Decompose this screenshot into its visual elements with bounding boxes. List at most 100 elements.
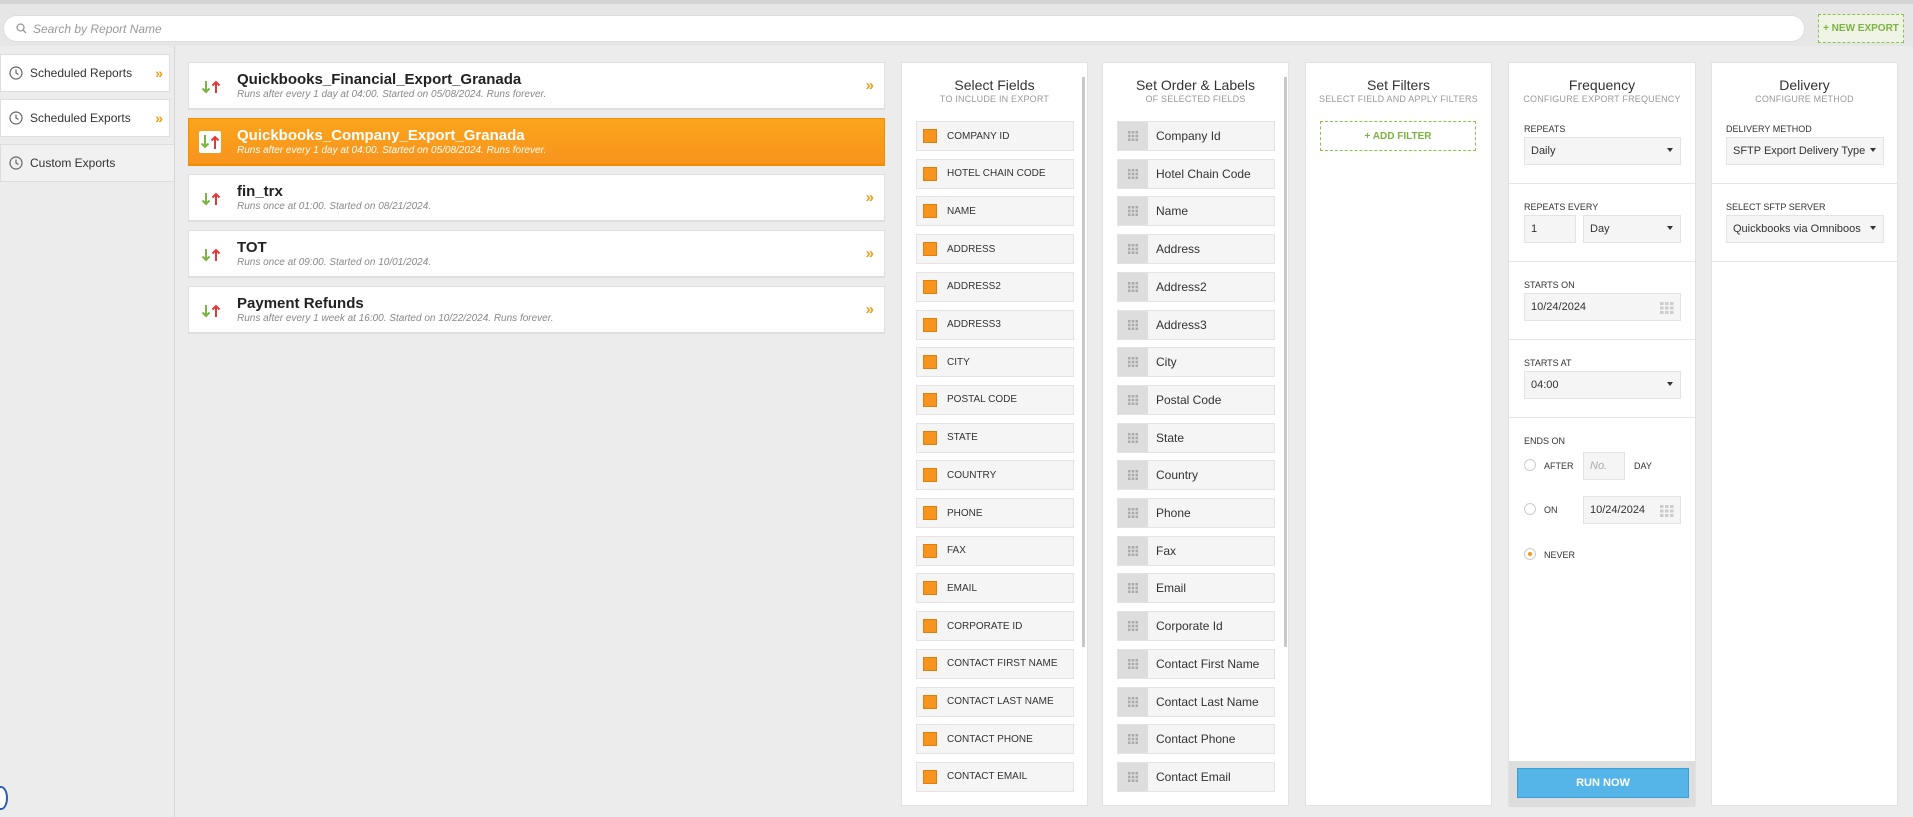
report-row[interactable]: Payment Refunds Runs after every 1 week …: [188, 286, 885, 334]
run-now-button[interactable]: RUN NOW: [1517, 768, 1689, 798]
drag-handle-icon[interactable]: [1118, 499, 1148, 527]
order-label-text[interactable]: Country: [1156, 468, 1198, 482]
field-option[interactable]: HOTEL CHAIN CODE: [916, 158, 1074, 189]
drag-handle-icon[interactable]: [1118, 762, 1148, 791]
order-label-row[interactable]: State: [1117, 422, 1275, 453]
order-label-row[interactable]: Name: [1117, 196, 1275, 227]
ends-on-radio[interactable]: [1524, 503, 1536, 515]
drag-handle-icon[interactable]: [1118, 385, 1148, 414]
chevron-right-icon[interactable]: »: [866, 189, 874, 206]
field-option[interactable]: CORPORATE ID: [916, 611, 1074, 642]
field-checkbox[interactable]: [923, 317, 937, 332]
order-label-row[interactable]: Email: [1117, 573, 1275, 604]
field-option[interactable]: COUNTRY: [916, 460, 1074, 491]
add-filter-button[interactable]: + ADD FILTER: [1320, 121, 1476, 151]
order-label-text[interactable]: Corporate Id: [1156, 619, 1223, 633]
order-label-text[interactable]: Company Id: [1156, 129, 1221, 143]
field-option[interactable]: CONTACT FIRST NAME: [916, 648, 1074, 679]
order-label-text[interactable]: Postal Code: [1156, 393, 1221, 407]
drag-handle-icon[interactable]: [1118, 612, 1148, 641]
field-option[interactable]: CONTACT LAST NAME: [916, 686, 1074, 717]
order-label-text[interactable]: State: [1156, 431, 1184, 445]
sidebar-item-scheduled-exports[interactable]: Scheduled Exports »: [0, 99, 170, 137]
drag-handle-icon[interactable]: [1118, 159, 1148, 188]
repeats-select[interactable]: Daily: [1524, 137, 1681, 165]
drag-handle-icon[interactable]: [1118, 461, 1148, 490]
order-label-row[interactable]: Address3: [1117, 309, 1275, 340]
drag-handle-icon[interactable]: [1118, 536, 1148, 565]
field-option[interactable]: PHONE: [916, 498, 1074, 528]
order-label-row[interactable]: Fax: [1117, 535, 1275, 566]
field-checkbox[interactable]: [923, 129, 937, 143]
drag-handle-icon[interactable]: [1118, 687, 1148, 716]
field-checkbox[interactable]: [923, 619, 937, 634]
field-checkbox[interactable]: [923, 732, 937, 747]
search-box[interactable]: [3, 15, 1805, 42]
field-option[interactable]: CONTACT PHONE: [916, 724, 1074, 755]
order-label-row[interactable]: Address2: [1117, 271, 1275, 302]
chevron-right-icon[interactable]: »: [866, 301, 874, 318]
order-label-text[interactable]: Contact Phone: [1156, 732, 1235, 746]
sidebar-item-scheduled-reports[interactable]: Scheduled Reports »: [0, 54, 170, 92]
field-checkbox[interactable]: [923, 204, 937, 219]
order-label-row[interactable]: Corporate Id: [1117, 611, 1275, 642]
chevron-right-icon[interactable]: »: [866, 245, 874, 262]
report-row[interactable]: TOT Runs once at 09:00. Started on 10/01…: [188, 230, 885, 278]
order-label-text[interactable]: Hotel Chain Code: [1156, 167, 1251, 181]
field-option[interactable]: ADDRESS2: [916, 271, 1074, 302]
field-option[interactable]: CITY: [916, 347, 1074, 378]
field-checkbox[interactable]: [923, 581, 937, 596]
report-row[interactable]: Quickbooks_Financial_Export_Granada Runs…: [188, 62, 885, 110]
scrollbar[interactable]: [1082, 77, 1085, 647]
order-label-text[interactable]: Contact Last Name: [1156, 695, 1259, 709]
drag-handle-icon[interactable]: [1118, 310, 1148, 339]
ends-on-date-input[interactable]: 10/24/2024: [1583, 496, 1681, 524]
field-checkbox[interactable]: [923, 468, 937, 483]
new-export-button[interactable]: + NEW EXPORT: [1818, 14, 1904, 43]
drag-handle-icon[interactable]: [1118, 574, 1148, 603]
field-checkbox[interactable]: [923, 355, 937, 370]
order-label-row[interactable]: Postal Code: [1117, 384, 1275, 415]
report-row[interactable]: fin_trx Runs once at 01:00. Started on 0…: [188, 174, 885, 222]
field-checkbox[interactable]: [923, 392, 937, 407]
field-checkbox[interactable]: [923, 543, 937, 558]
order-label-text[interactable]: Contact Email: [1156, 770, 1231, 784]
order-label-text[interactable]: Fax: [1156, 544, 1176, 558]
ends-after-radio[interactable]: [1524, 459, 1536, 471]
field-option[interactable]: NAME: [916, 196, 1074, 227]
field-option[interactable]: CONTACT EMAIL: [916, 761, 1074, 792]
field-option[interactable]: FAX: [916, 535, 1074, 566]
repeats-unit-select[interactable]: Day: [1583, 215, 1681, 243]
field-checkbox[interactable]: [923, 242, 937, 257]
calendar-icon[interactable]: [1660, 302, 1674, 314]
order-label-text[interactable]: Email: [1156, 581, 1186, 595]
drag-handle-icon[interactable]: [1118, 122, 1148, 150]
repeats-every-input[interactable]: 1: [1524, 215, 1576, 243]
field-option[interactable]: COMPANY ID: [916, 121, 1074, 151]
field-checkbox[interactable]: [923, 279, 937, 294]
delivery-method-select[interactable]: SFTP Export Delivery Type: [1726, 137, 1884, 165]
sidebar-item-custom-exports[interactable]: Custom Exports: [0, 144, 175, 182]
field-option[interactable]: ADDRESS: [916, 234, 1074, 265]
drag-handle-icon[interactable]: [1118, 197, 1148, 226]
sftp-server-select[interactable]: Quickbooks via Omniboos: [1726, 215, 1884, 243]
field-option[interactable]: EMAIL: [916, 573, 1074, 604]
order-label-text[interactable]: Contact First Name: [1156, 657, 1259, 671]
order-label-row[interactable]: Contact Phone: [1117, 724, 1275, 755]
scrollbar[interactable]: [1284, 77, 1287, 647]
order-label-text[interactable]: Phone: [1156, 506, 1191, 520]
field-checkbox[interactable]: [923, 166, 937, 181]
field-option[interactable]: POSTAL CODE: [916, 384, 1074, 415]
order-label-row[interactable]: Contact Email: [1117, 761, 1275, 792]
drag-handle-icon[interactable]: [1118, 423, 1148, 452]
field-checkbox[interactable]: [923, 769, 937, 784]
drag-handle-icon[interactable]: [1118, 649, 1148, 678]
field-option[interactable]: STATE: [916, 422, 1074, 453]
order-label-row[interactable]: Country: [1117, 460, 1275, 491]
after-count-input[interactable]: No.: [1583, 452, 1625, 480]
order-label-row[interactable]: Hotel Chain Code: [1117, 158, 1275, 189]
order-label-text[interactable]: Address3: [1156, 318, 1207, 332]
order-label-text[interactable]: City: [1156, 355, 1177, 369]
order-label-row[interactable]: Phone: [1117, 498, 1275, 528]
field-checkbox[interactable]: [923, 506, 937, 520]
